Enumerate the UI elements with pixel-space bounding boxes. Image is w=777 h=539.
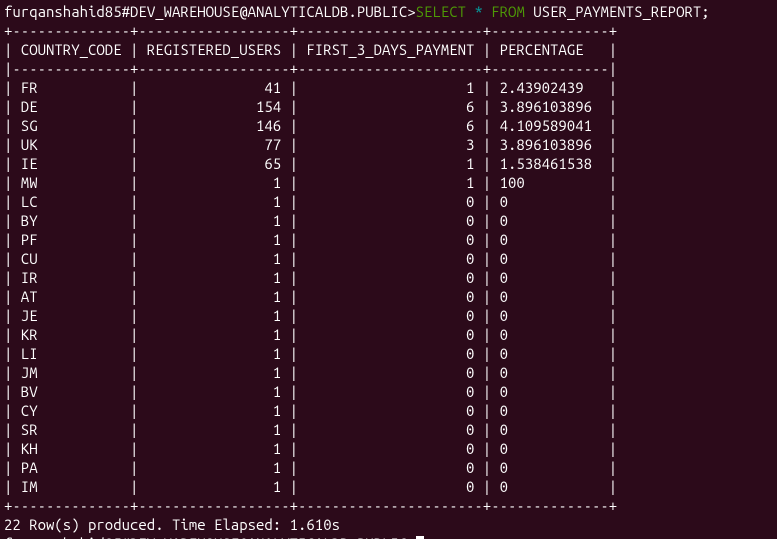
terminal-window[interactable]: furqanshahid85#DEV_WAREHOUSE@ANALYTICALD… bbox=[0, 0, 777, 539]
sql-select: SELECT bbox=[416, 3, 466, 20]
sql-from: FROM bbox=[491, 3, 525, 20]
result-table: +--------------+------------------+-----… bbox=[4, 22, 617, 514]
prompt-line-1: furqanshahid85#DEV_WAREHOUSE@ANALYTICALD… bbox=[4, 3, 416, 20]
prompt-context: DEV_WAREHOUSE@ANALYTICALDB.PUBLIC bbox=[130, 3, 407, 20]
prompt-context-2: DEV_WAREHOUSE@ANALYTICALDB.PUBLIC bbox=[130, 535, 407, 539]
sql-table: USER_PAYMENTS_REPORT bbox=[533, 3, 701, 20]
footer-line: 22 Row(s) produced. Time Elapsed: 1.610s bbox=[4, 516, 340, 533]
sql-terminator: ; bbox=[701, 3, 709, 20]
prompt-user-2: furqanshahid85 bbox=[4, 535, 122, 539]
sql-star: * bbox=[474, 3, 482, 20]
prompt-line-2: furqanshahid85#DEV_WAREHOUSE@ANALYTICALD… bbox=[4, 535, 416, 539]
prompt-user: furqanshahid85 bbox=[4, 3, 122, 20]
